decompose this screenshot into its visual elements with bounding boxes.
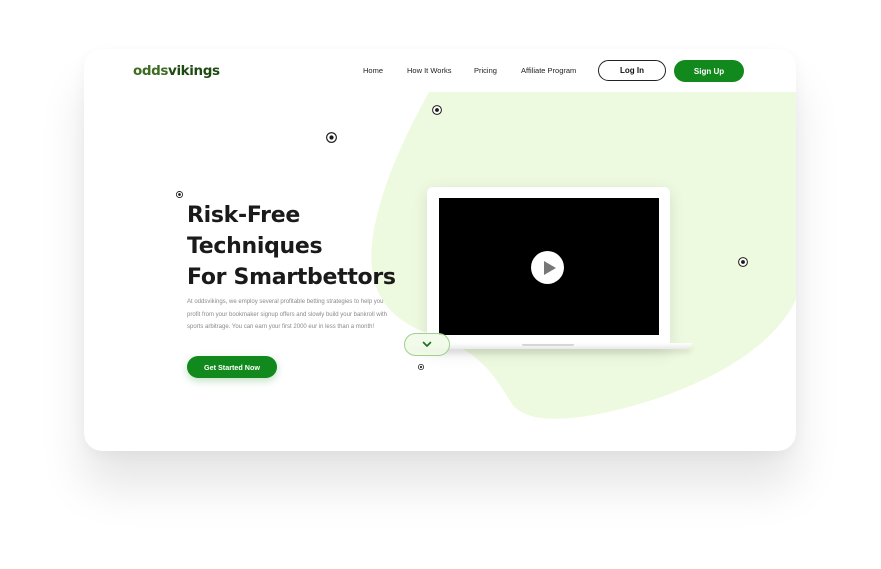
headline-line-3: For Smartbettors [187, 265, 396, 290]
hero-headline: Risk-Free Techniques For Smartbettors [187, 200, 396, 293]
signup-button[interactable]: Sign Up [674, 60, 744, 82]
play-icon [543, 260, 556, 275]
chevron-down-icon [422, 341, 432, 347]
login-button[interactable]: Log In [598, 60, 666, 81]
soccer-ball-icon [326, 132, 337, 143]
logo[interactable]: oddsvikings [133, 63, 220, 79]
scroll-down-button[interactable] [404, 333, 450, 356]
nav-pricing-link[interactable]: Pricing [474, 66, 497, 75]
soccer-ball-icon [432, 105, 442, 115]
hero-description: At oddsvikings, we employ several profit… [187, 299, 387, 330]
logo-text-accent: vikings [168, 63, 220, 79]
nav-affiliate-program-link[interactable]: Affiliate Program [521, 66, 576, 75]
soccer-ball-icon [418, 364, 424, 370]
logo-text-main: odds [133, 63, 169, 79]
nav-how-it-works-link[interactable]: How It Works [407, 66, 451, 75]
landing-page-card: oddsvikings Home How It Works Pricing Af… [84, 49, 796, 451]
headline-line-2: Techniques [187, 234, 323, 259]
nav-home-link[interactable]: Home [363, 66, 383, 75]
play-video-button[interactable] [531, 251, 564, 284]
soccer-ball-icon [176, 191, 183, 198]
get-started-button[interactable]: Get Started Now [187, 356, 277, 378]
headline-line-1: Risk-Free [187, 203, 300, 228]
laptop-notch [522, 344, 574, 346]
soccer-ball-icon [738, 257, 748, 267]
